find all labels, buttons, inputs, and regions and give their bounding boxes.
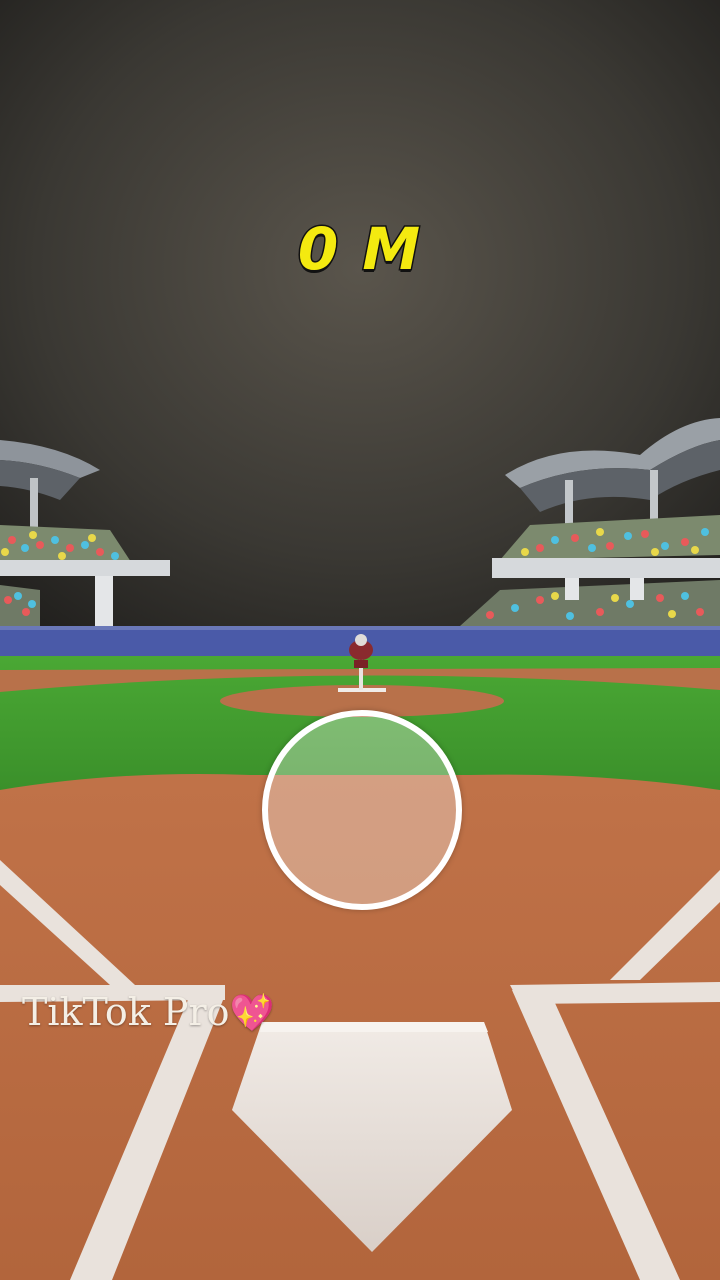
sparkling-heart-icon: 💖 <box>229 993 275 1034</box>
stadium-scene <box>0 0 720 1280</box>
distance-counter: 0 M <box>296 214 423 285</box>
watermark-text: TikTok Pro <box>22 990 230 1034</box>
aim-circle-icon[interactable] <box>262 710 462 910</box>
tiktok-watermark: TikTok Pro💖 <box>22 990 274 1034</box>
